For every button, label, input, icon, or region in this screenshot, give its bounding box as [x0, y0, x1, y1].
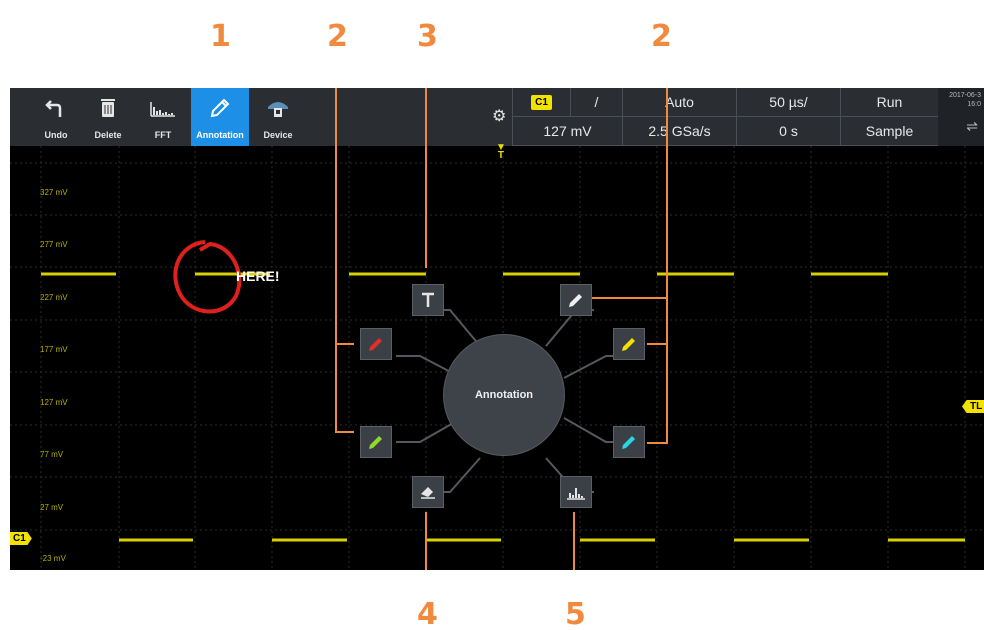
time-text: 16:0: [967, 101, 981, 108]
callout-3: 3: [417, 19, 438, 54]
fft-spectrum-icon: [567, 488, 585, 500]
settings-gear-icon[interactable]: ⚙: [492, 106, 506, 126]
annotation-label: Annotation: [196, 130, 244, 140]
text-annotation[interactable]: HERE!: [236, 268, 280, 284]
device-button[interactable]: Device: [252, 88, 304, 146]
red-pen-button[interactable]: [360, 328, 392, 360]
cyan-pencil-icon: [622, 436, 635, 449]
trash-icon: [84, 96, 132, 120]
channel-badge-cell[interactable]: C1: [512, 88, 570, 117]
callout-5: 5: [565, 597, 586, 630]
undo-button[interactable]: Undo: [32, 88, 80, 146]
trigger-level[interactable]: 127 mV: [512, 117, 622, 146]
oscilloscope-display: Undo Delete FFT Annotation Device ⚙ C1 /…: [10, 88, 984, 570]
acquisition-mode[interactable]: Sample: [840, 117, 938, 146]
screenshot-stage: 1 2 3 2 4 5 Undo Delete FFT Annotation D…: [0, 0, 984, 630]
green-pen-button[interactable]: [360, 426, 392, 458]
callout-4: 4: [417, 597, 438, 630]
yellow-pencil-icon: [622, 338, 635, 351]
toolbar: Undo Delete FFT Annotation Device ⚙ C1 /…: [10, 88, 984, 146]
eraser-button[interactable]: [412, 476, 444, 508]
y-label-2: 227 mV: [40, 293, 68, 302]
green-pencil-icon: [369, 436, 382, 449]
y-label-5: 77 mV: [40, 450, 64, 459]
device-label: Device: [263, 130, 293, 140]
delete-button[interactable]: Delete: [84, 88, 132, 146]
channel1-offset-marker[interactable]: C1: [10, 532, 32, 545]
undo-arrow-icon: [32, 96, 80, 120]
annotation-button[interactable]: Annotation: [191, 88, 249, 146]
trigger-slope[interactable]: /: [570, 88, 622, 117]
y-label-6: 27 mV: [40, 503, 64, 512]
white-pencil-icon: [569, 294, 582, 307]
callout-1: 1: [210, 19, 231, 54]
annotation-wheel-hub[interactable]: Annotation: [443, 334, 565, 456]
date-time: 2017-06-3 16:0 ⇌: [938, 88, 984, 146]
y-label-3: 177 mV: [40, 345, 68, 354]
date-text: 2017-06-3: [949, 92, 981, 99]
pencil-icon: [191, 96, 249, 120]
delete-label: Delete: [94, 130, 122, 140]
cyan-pen-button[interactable]: [613, 426, 645, 458]
red-circle-drawing: [173, 240, 242, 314]
sample-rate[interactable]: 2.5 GSa/s: [622, 117, 736, 146]
trigger-position-label: T: [497, 150, 504, 161]
y-label-0: 327 mV: [40, 188, 68, 197]
background-fft-button[interactable]: [560, 476, 592, 508]
callout-2-left: 2: [327, 19, 348, 54]
time-offset[interactable]: 0 s: [736, 117, 840, 146]
text-tool-button[interactable]: [412, 284, 444, 316]
run-state[interactable]: Run: [840, 88, 938, 117]
usb-icon: ⇌: [966, 118, 978, 134]
trigger-level-marker[interactable]: TL: [962, 400, 984, 413]
trigger-position-marker[interactable]: ▼ T: [496, 143, 506, 161]
time-per-div[interactable]: 50 µs/: [736, 88, 840, 117]
y-label-7: -23 mV: [40, 554, 66, 563]
trigger-mode[interactable]: Auto: [622, 88, 736, 117]
red-pencil-icon: [369, 338, 382, 351]
device-icon: [252, 96, 304, 120]
eraser-icon: [421, 487, 435, 499]
text-t-icon: [422, 292, 434, 307]
callout-2-right: 2: [651, 19, 672, 54]
yellow-pen-button[interactable]: [613, 328, 645, 360]
fft-label: FFT: [154, 130, 172, 140]
white-pen-button[interactable]: [560, 284, 592, 316]
y-label-1: 277 mV: [40, 240, 68, 249]
channel-badge: C1: [531, 94, 552, 110]
undo-label: Undo: [44, 130, 68, 140]
fft-spectrum-icon: [138, 96, 188, 120]
fft-button[interactable]: FFT: [138, 88, 188, 146]
y-label-4: 127 mV: [40, 398, 68, 407]
